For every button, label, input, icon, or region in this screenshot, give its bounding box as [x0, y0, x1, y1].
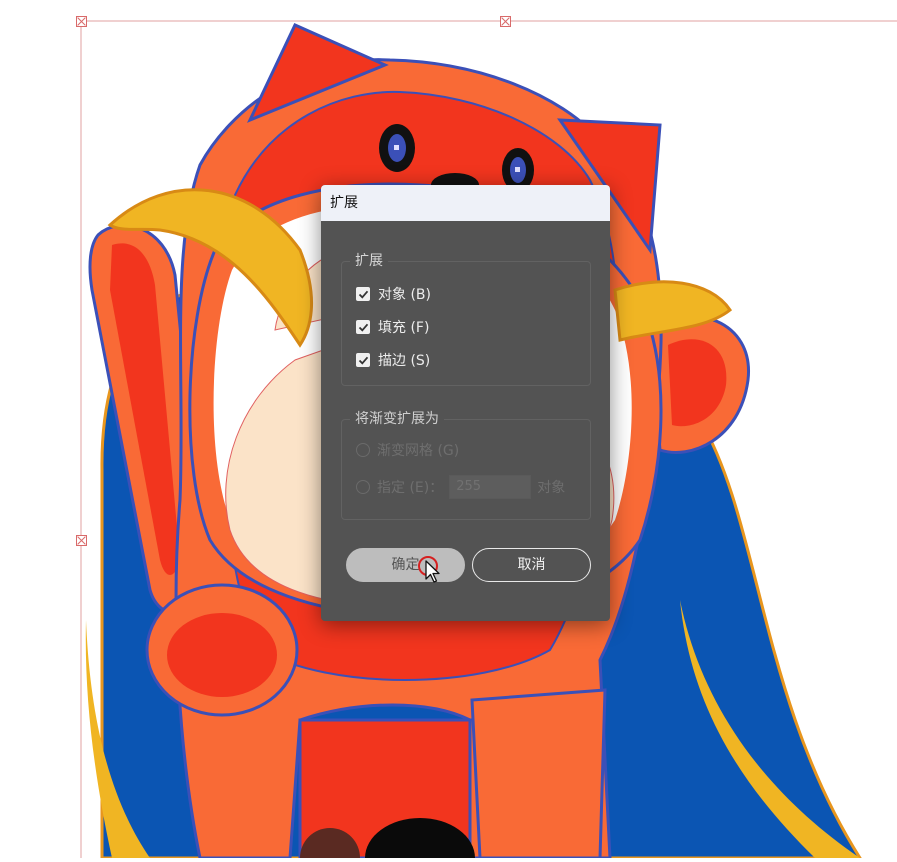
specify-radio[interactable]: [356, 480, 370, 494]
expand-dialog: 扩展 扩展 对象 (B) 填充 (F) 描边 (S) 将渐变扩展为 渐变网格 (…: [321, 185, 610, 621]
cancel-button[interactable]: 取消: [472, 548, 591, 582]
option-specify[interactable]: 指定 (E)： 255 对象: [356, 475, 565, 499]
selection-handle-top-center[interactable]: [500, 16, 511, 27]
expand-group: 扩展 对象 (B) 填充 (F) 描边 (S): [341, 251, 591, 386]
fill-checkbox[interactable]: [356, 320, 370, 334]
checkmark-icon: [358, 356, 368, 365]
checkmark-icon: [358, 290, 368, 299]
gradient-expand-group: 将渐变扩展为 渐变网格 (G) 指定 (E)： 255 对象: [341, 409, 591, 520]
stroke-checkbox[interactable]: [356, 353, 370, 367]
specify-objects-input[interactable]: 255: [449, 475, 532, 499]
fill-label: 填充 (F): [378, 320, 430, 336]
stroke-label: 描边 (S): [378, 353, 431, 369]
object-checkbox[interactable]: [356, 287, 370, 301]
mouse-pointer-icon: [425, 560, 440, 583]
gradient-mesh-radio[interactable]: [356, 443, 370, 457]
gradient-mesh-label: 渐变网格 (G): [377, 443, 460, 459]
gradient-group-title: 将渐变扩展为: [350, 409, 444, 429]
option-object[interactable]: 对象 (B): [356, 284, 431, 304]
option-gradient-mesh[interactable]: 渐变网格 (G): [356, 438, 459, 462]
expand-group-title: 扩展: [350, 251, 388, 271]
option-stroke[interactable]: 描边 (S): [356, 350, 430, 370]
option-fill[interactable]: 填充 (F): [356, 317, 429, 337]
specify-suffix: 对象: [537, 480, 566, 496]
selection-handle-middle-left[interactable]: [76, 535, 87, 546]
ok-button[interactable]: 确定: [346, 548, 465, 582]
specify-label: 指定 (E)：: [377, 480, 444, 496]
object-label: 对象 (B): [378, 287, 431, 303]
selection-handle-top-left[interactable]: [76, 16, 87, 27]
checkmark-icon: [358, 323, 368, 332]
dialog-title[interactable]: 扩展: [321, 185, 610, 221]
